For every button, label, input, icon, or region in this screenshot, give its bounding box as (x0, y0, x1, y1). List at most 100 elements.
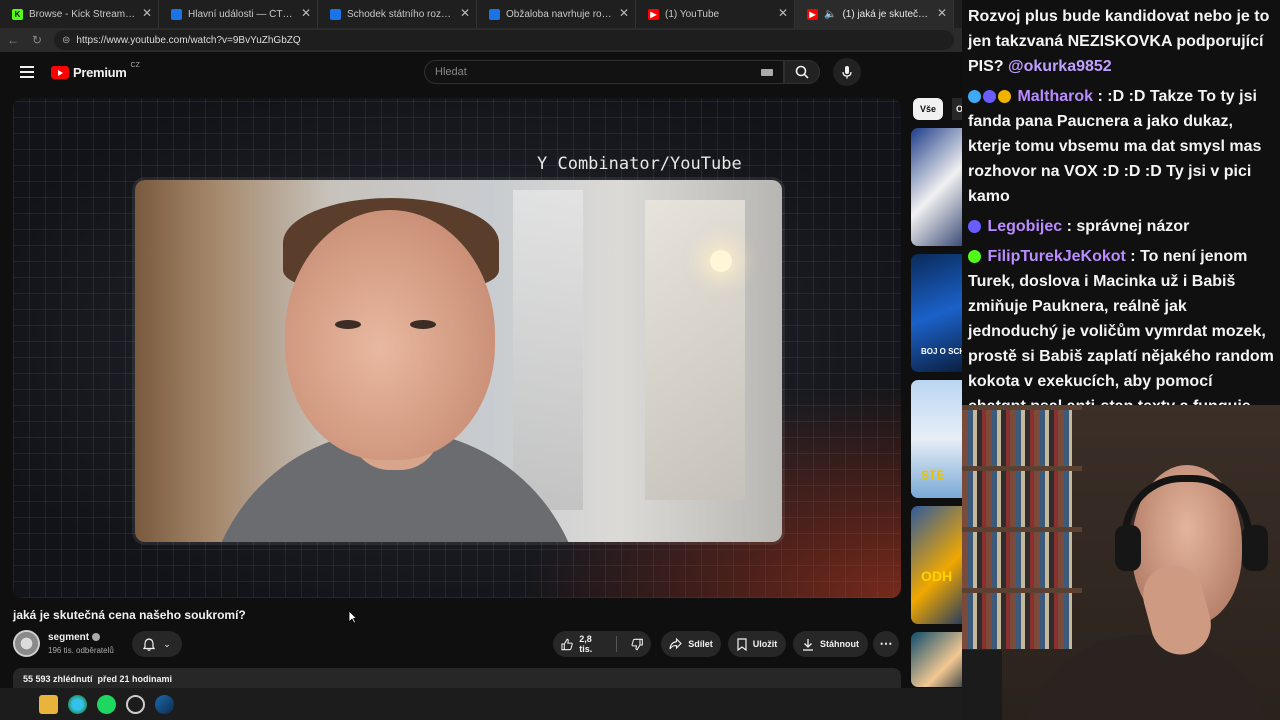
youtube-logo[interactable]: Premium CZ (51, 62, 140, 80)
close-icon[interactable]: ✕ (778, 7, 788, 19)
save-label: Uložit (752, 639, 778, 649)
voice-search-button[interactable] (833, 58, 861, 86)
chat-message: Maltharok : :D :D Takze To ty jsi fanda … (968, 84, 1274, 209)
video-title: jaká je skutečná cena našeho soukromí? (13, 608, 246, 622)
mouse-cursor-icon (348, 610, 357, 624)
more-actions-button[interactable]: ⋯ (873, 631, 899, 657)
edge-browser-icon[interactable] (68, 694, 87, 714)
badge-icon (968, 250, 981, 263)
like-dislike-group: 2,8 tis. (553, 631, 651, 657)
bookmark-icon (737, 637, 747, 651)
message-text: : :D :D Takze To ty jsi fanda pana Paucn… (968, 88, 1262, 205)
thumbs-down-icon[interactable] (631, 638, 643, 651)
message-text: : To není jenom Turek, doslova i Macinka… (968, 248, 1274, 405)
youtube-play-icon (51, 66, 69, 79)
speaker-icon[interactable]: 🔈 (824, 9, 836, 20)
taskbar (0, 688, 962, 720)
search-button[interactable] (784, 60, 820, 84)
thumbs-up-icon[interactable] (561, 638, 573, 651)
steam-icon[interactable] (155, 694, 174, 714)
reload-icon[interactable]: ↻ (26, 29, 48, 51)
search-placeholder: Hledat (435, 66, 467, 78)
badge-icon (983, 90, 996, 103)
stream-chat: Rozvoj plus bude kandidovat nebo je to j… (962, 0, 1280, 405)
video-player[interactable]: Y Combinator/YouTube (13, 98, 901, 598)
screen: K Browse - Kick Streaming ✕ Hlavní událo… (0, 0, 1280, 720)
verified-icon (92, 633, 101, 642)
chat-username: Legobijec (987, 218, 1063, 235)
tab-label: Obžaloba navrhuje roky vězení pro (506, 8, 613, 20)
logo-text: Premium (73, 65, 127, 80)
badge-icon (968, 90, 981, 103)
keyboard-icon[interactable] (761, 69, 773, 76)
view-count: 55 593 zhlédnutí (23, 674, 93, 684)
close-icon[interactable]: ✕ (142, 7, 152, 19)
share-icon (669, 638, 683, 650)
spotify-icon[interactable] (97, 694, 116, 714)
youtube-icon: ▶ (648, 8, 659, 20)
tab-kick[interactable]: K Browse - Kick Streaming ✕ (0, 0, 159, 28)
tab-label: (1) jaká je skutečná cena našeho soukrom… (842, 8, 931, 20)
video-frame (135, 180, 782, 542)
tab-ct24[interactable]: Hlavní události — ČT24 — Česká televize … (159, 0, 318, 28)
share-button[interactable]: Sdílet (661, 631, 721, 657)
browser-tab-strip: K Browse - Kick Streaming ✕ Hlavní událo… (0, 0, 962, 28)
tab-youtube[interactable]: ▶ (1) YouTube ✕ (636, 0, 795, 28)
close-icon[interactable]: ✕ (619, 7, 629, 19)
download-button[interactable]: Stáhnout (793, 631, 868, 657)
message-text: : správnej názor (1066, 218, 1190, 235)
badge-icon (998, 90, 1011, 103)
windows-start-icon[interactable] (12, 696, 29, 713)
notification-bell-button[interactable]: ⌄ (132, 631, 182, 657)
share-label: Sdílet (688, 639, 713, 649)
tab-rozpocet[interactable]: Schodek státního rozpočtu činil v září ✕ (318, 0, 477, 28)
page-icon (330, 8, 341, 20)
address-bar: ← ↻ ⊜ https://www.youtube.com/watch?v=9B… (0, 28, 962, 52)
search-input[interactable]: Hledat (424, 60, 784, 84)
chip-all[interactable]: Vše (913, 98, 943, 120)
tab-active-video[interactable]: ▶ 🔈 (1) jaká je skutečná cena našeho sou… (795, 0, 954, 28)
close-icon[interactable]: ✕ (301, 7, 311, 19)
badge-icon (968, 220, 981, 233)
country-code: CZ (130, 62, 140, 69)
microphone-icon (842, 66, 852, 79)
close-icon[interactable]: ✕ (937, 7, 947, 19)
url-text: https://www.youtube.com/watch?v=9BvYuZhG… (76, 34, 301, 46)
save-button[interactable]: Uložit (728, 631, 786, 657)
upload-age: před 21 hodinami (97, 674, 173, 684)
tab-obzaloba[interactable]: Obžaloba navrhuje roky vězení pro ✕ (477, 0, 636, 28)
channel-name[interactable]: segment (48, 632, 101, 643)
tab-label: Browse - Kick Streaming (29, 8, 136, 20)
chevron-down-icon: ⌄ (163, 638, 171, 649)
page-icon (171, 8, 182, 20)
download-icon (803, 638, 813, 651)
menu-icon[interactable] (20, 66, 34, 78)
channel-name-text: segment (48, 632, 90, 643)
tab-label: Hlavní události — ČT24 — Česká televize (188, 8, 295, 20)
back-icon[interactable]: ← (2, 29, 24, 51)
close-icon[interactable]: ✕ (460, 7, 470, 19)
site-info-icon[interactable]: ⊜ (62, 35, 70, 46)
more-icon: ⋯ (879, 636, 893, 651)
thumbnail-caption: ODH (921, 568, 953, 584)
chat-username: Maltharok (1017, 88, 1094, 105)
chat-message: FilipTurekJeKokot : To není jenom Turek,… (968, 244, 1274, 405)
bell-icon (143, 637, 156, 651)
chat-message: Legobijec : správnej názor (968, 214, 1274, 239)
url-field[interactable]: ⊜ https://www.youtube.com/watch?v=9BvYuZ… (54, 30, 954, 50)
like-count[interactable]: 2,8 tis. (579, 634, 605, 654)
video-credit: Y Combinator/YouTube (537, 154, 742, 174)
discord-icon[interactable] (126, 694, 145, 714)
chat-message: Rozvoj plus bude kandidovat nebo je to j… (968, 4, 1274, 79)
channel-avatar[interactable] (13, 630, 40, 657)
subscriber-count: 196 tis. odběratelů (48, 646, 114, 655)
search-icon (795, 65, 809, 79)
thumbnail-caption: BOJ O SCH (921, 347, 966, 356)
download-label: Stáhnout (820, 639, 859, 649)
file-explorer-icon[interactable] (39, 694, 58, 714)
description-box[interactable]: 55 593 zhlédnutí před 21 hodinami (13, 668, 901, 688)
tab-label: (1) YouTube (665, 8, 720, 20)
streamer-webcam (962, 405, 1280, 720)
youtube-icon: ▶ (807, 8, 818, 20)
page-icon (489, 8, 500, 20)
